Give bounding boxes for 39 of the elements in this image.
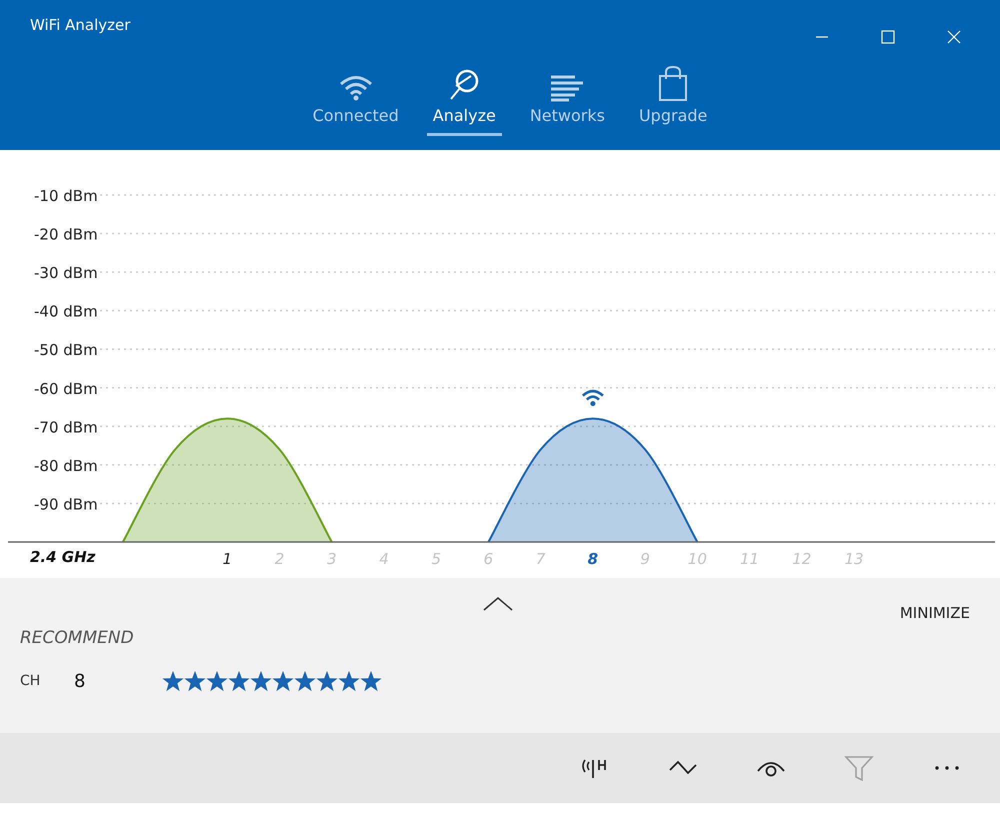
channel-label: CH <box>20 673 42 689</box>
y-axis-label: -40 dBm <box>34 302 98 321</box>
channel-tick-label: 2 <box>274 550 284 568</box>
channel-tick-label: 5 <box>431 550 441 568</box>
y-axis-label: -10 dBm <box>34 187 98 205</box>
channel-tick-label: 4 <box>379 550 389 568</box>
lines-icon <box>549 74 586 102</box>
window-title: WiFi Analyzer <box>29 15 130 34</box>
channel-tick-label: 9 <box>640 550 650 568</box>
more-icon <box>934 765 960 771</box>
channel-tick-label: 10 <box>688 550 707 568</box>
channel-tick-label: 3 <box>327 550 337 568</box>
channel-tick-label: 6 <box>484 550 494 568</box>
nav-tab[interactable]: Connected <box>306 56 405 136</box>
nav-tab[interactable]: Analyze <box>426 56 502 136</box>
y-axis-label: -90 dBm <box>34 495 98 514</box>
y-axis-label: -80 dBm <box>34 456 98 475</box>
maximize-icon <box>881 30 895 44</box>
wifi-icon <box>338 74 373 102</box>
y-axis-label: -60 dBm <box>34 380 98 398</box>
channel-tick-label: 11 <box>740 550 760 568</box>
y-axis-label: -70 dBm <box>34 418 98 436</box>
y-axis-label: -50 dBm <box>34 341 98 360</box>
y-axis-label: -20 dBm <box>34 226 98 244</box>
nav-tab[interactable]: Networks <box>524 56 611 136</box>
channel-tick-label: 12 <box>792 550 812 568</box>
channel-tick-label: 13 <box>844 550 864 568</box>
nav-tab[interactable]: Upgrade <box>632 56 714 136</box>
filter-icon <box>844 755 874 781</box>
channel-tick-label: 1 <box>222 550 232 568</box>
close-icon <box>947 30 961 44</box>
recommend-heading: RECOMMEND <box>20 628 134 648</box>
minimize-panel-button[interactable]: MINIMIZE <box>900 602 970 624</box>
y-axis-label: -30 dBm <box>34 264 98 282</box>
shopping-bag-icon <box>657 66 690 102</box>
channel-tick-label: 8 <box>588 550 598 568</box>
channel-value: 8 <box>74 670 86 692</box>
x-axis-label: 2.4 GHz <box>30 548 96 566</box>
channel-tick-label: 7 <box>536 550 546 568</box>
